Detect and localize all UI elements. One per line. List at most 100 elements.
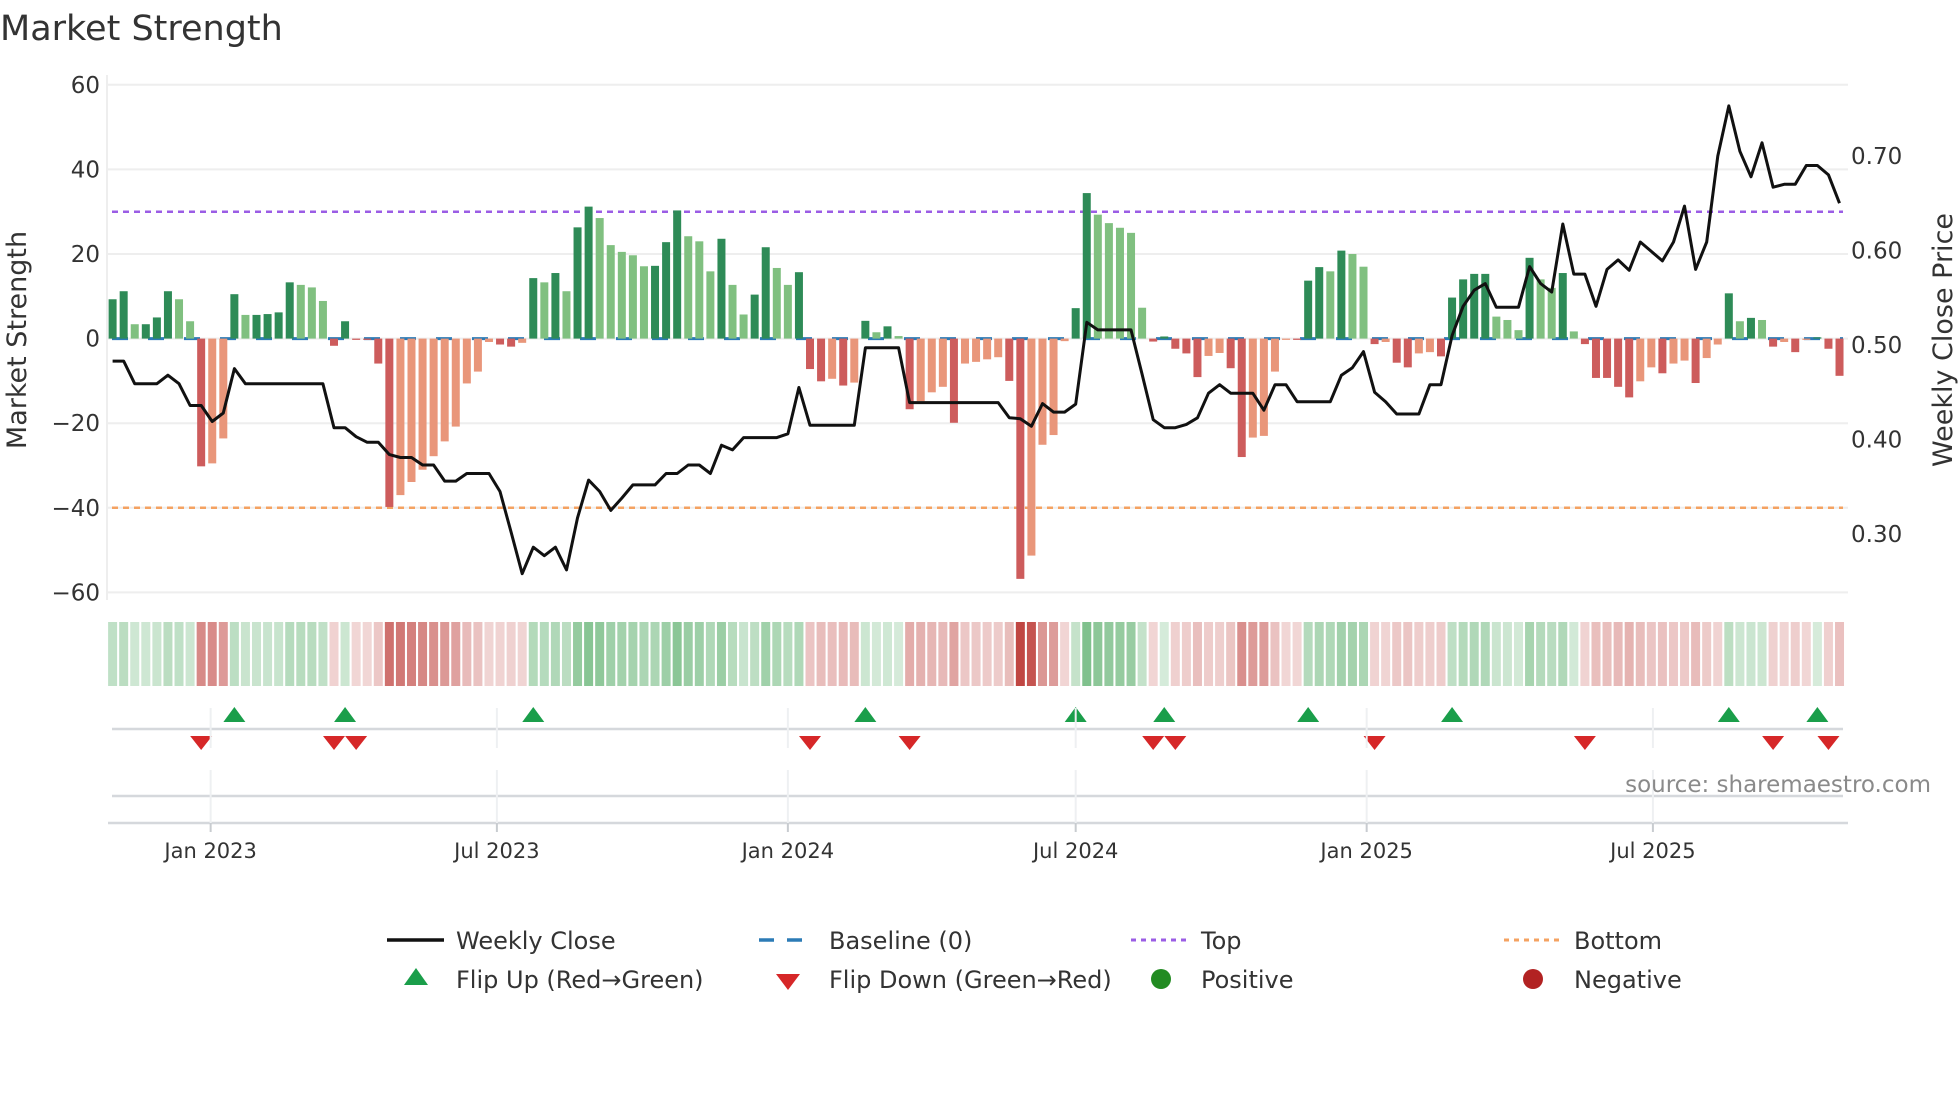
strength-bar (606, 245, 615, 339)
heat-cell (1602, 622, 1612, 686)
strength-bar (175, 299, 184, 339)
heat-cell (783, 622, 793, 686)
heat-cell (1613, 622, 1623, 686)
heat-cell (207, 622, 217, 686)
heat-cell (1713, 622, 1723, 686)
heat-cell (1547, 622, 1557, 686)
strength-bar (1270, 338, 1279, 372)
y2-tick-label: 0.70 (1851, 144, 1902, 170)
heat-cell (539, 622, 549, 686)
heat-cell (528, 622, 538, 686)
strength-bar (1038, 338, 1047, 445)
strength-bar (385, 338, 394, 507)
legend-label: Positive (1201, 966, 1294, 994)
y2-axis-label: Weekly Close Price (1928, 213, 1959, 467)
strength-bar (728, 284, 737, 339)
heat-cell (1370, 622, 1380, 686)
heat-cell (1049, 622, 1059, 686)
legend-item-top: Top (1131, 927, 1242, 955)
legend-item-negative: Negative (1523, 966, 1682, 994)
strength-bar (673, 210, 682, 339)
heat-cell (1026, 622, 1036, 686)
strength-bar (551, 273, 560, 339)
strength-bar (1824, 338, 1833, 349)
strength-bar (1835, 338, 1844, 376)
strength-bar (1724, 293, 1733, 339)
x-axis: Jan 2023 Jul 2023 Jan 2024 Jul 2024 Jan 2025… (108, 708, 1848, 863)
flip-up-marker (854, 707, 877, 722)
y-tick-label: −60 (51, 580, 100, 606)
heat-cell (894, 622, 904, 686)
strength-bar (1758, 319, 1767, 339)
heat-cell (1281, 622, 1291, 686)
heat-cell (672, 622, 682, 686)
strength-bar (1160, 336, 1169, 339)
heat-cell (838, 622, 848, 686)
strength-bar (839, 338, 848, 386)
strength-bar (1138, 307, 1147, 339)
heat-cell (761, 622, 771, 686)
strength-bar (1769, 338, 1778, 347)
heat-cell (1680, 622, 1690, 686)
market-strength-chart: Market Strength Market Strength Weekly C… (0, 9, 1959, 994)
strength-bar (219, 338, 228, 439)
strength-bar (806, 338, 815, 370)
strength-bar (507, 338, 516, 347)
strength-bar (1204, 338, 1213, 356)
heat-cell (1015, 622, 1025, 686)
heat-cell (1835, 622, 1845, 686)
heat-cell (916, 622, 926, 686)
heat-cell (1115, 622, 1125, 686)
strength-bar (518, 338, 527, 343)
strength-bar (949, 338, 958, 423)
heat-cell (927, 622, 937, 686)
heat-cell (573, 622, 583, 686)
heat-cell (163, 622, 173, 686)
flip-up-marker (223, 707, 246, 722)
strength-bar (307, 287, 316, 339)
legend-item-baseline: Baseline (0) (759, 927, 972, 955)
heat-cell (1801, 622, 1811, 686)
strength-bar (352, 338, 361, 340)
strength-bar (938, 338, 947, 387)
heat-cell (406, 622, 416, 686)
heat-cell (1513, 622, 1523, 686)
heat-cell (650, 622, 660, 686)
strength-bar (1514, 330, 1523, 339)
strength-bar (1403, 338, 1412, 368)
strength-bar (1149, 338, 1158, 342)
heat-cell (1735, 622, 1745, 686)
heat-cell (871, 622, 881, 686)
heat-cell (1303, 622, 1313, 686)
heat-cell (318, 622, 328, 686)
strength-bar (1392, 338, 1401, 363)
strength-bar (1071, 308, 1080, 339)
heat-cell (960, 622, 970, 686)
x-tick-label: Jul 2025 (1608, 839, 1695, 863)
heat-cell (130, 622, 140, 686)
strength-bar (706, 271, 715, 339)
heat-cell (1768, 622, 1778, 686)
flip-down-marker (190, 736, 213, 750)
heat-cell (1436, 622, 1446, 686)
strength-bar (1248, 338, 1257, 438)
heat-cell (584, 622, 594, 686)
strength-bar (628, 255, 637, 339)
heat-cell (1336, 622, 1346, 686)
heat-cell (1381, 622, 1391, 686)
strength-bar (374, 338, 383, 364)
strength-bar (1259, 338, 1268, 436)
heat-cell (1004, 622, 1014, 686)
heat-cell (595, 622, 605, 686)
heat-cell (462, 622, 472, 686)
heat-cell (561, 622, 571, 686)
strength-bar (1735, 321, 1744, 339)
flip-up-marker (1717, 707, 1740, 722)
strength-bar (318, 300, 327, 339)
heat-cell (384, 622, 394, 686)
heat-cell (196, 622, 206, 686)
strength-bar (639, 266, 648, 339)
legend-label: Top (1200, 927, 1242, 955)
strength-bar (186, 321, 195, 339)
heat-cell (772, 622, 782, 686)
